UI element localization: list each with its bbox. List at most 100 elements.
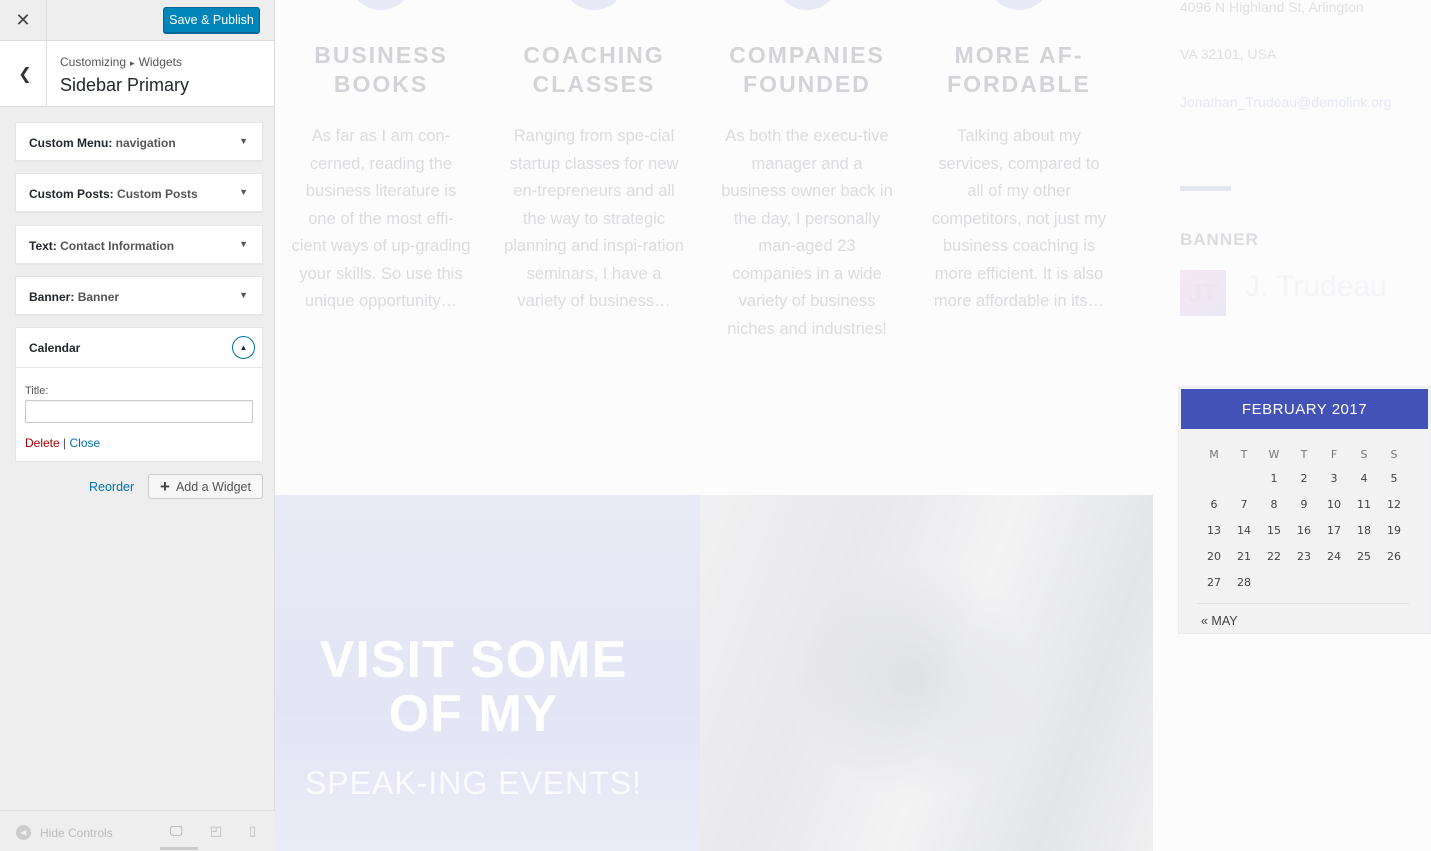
calendar-day (1379, 569, 1409, 595)
feature-text: As far as I am con-cerned, reading the b… (291, 127, 471, 310)
widget-type: Custom Posts: (29, 187, 114, 201)
weekday-label: S (1390, 447, 1398, 461)
weekday-label: W (1268, 447, 1280, 461)
widget-text[interactable]: Text: Contact Information ▼ (15, 225, 263, 264)
weekday-label: T (1240, 447, 1248, 461)
breadcrumb-root: Customizing (60, 55, 127, 69)
calendar-day: 10 (1327, 497, 1341, 511)
feature-text: Talking about my services, compared to a… (931, 127, 1107, 310)
tablet-preview-icon[interactable]: ◰ (210, 823, 222, 839)
calendar-day: 18 (1357, 523, 1371, 537)
calendar-day: 19 (1387, 523, 1401, 537)
feature-icon-circle (564, 0, 624, 10)
calendar-widget: FEBRUARY 2017 M T W T F S S 1 2 3 4 5 6 … (1178, 386, 1431, 634)
calendar-day: 1 (1270, 471, 1278, 485)
feature-coaching-classes: COACHING CLASSES Ranging from spe-cial s… (504, 41, 684, 316)
widget-banner[interactable]: Banner: Banner ▼ (15, 276, 263, 315)
hide-controls-button[interactable]: ◀ Hide Controls (16, 825, 113, 840)
expand-arrow-icon[interactable]: ▼ (239, 239, 248, 249)
calendar-day (1349, 569, 1379, 595)
calendar-week-row: 13 14 15 16 17 18 19 (1199, 517, 1409, 543)
calendar-prev-month-link[interactable]: « MAY (1201, 614, 1238, 628)
feature-icon-circle (989, 0, 1049, 10)
close-icon: ✕ (15, 10, 31, 30)
customizer-header: ✕ Save & Publish (0, 0, 274, 41)
calendar-week-row: 6 7 8 9 10 11 12 (1199, 491, 1409, 517)
calendar-day: 24 (1327, 549, 1341, 563)
contact-address-line2: VA 32101, USA (1180, 46, 1277, 62)
calendar-day: 25 (1357, 549, 1371, 563)
widget-instance: Contact Information (60, 239, 175, 253)
hero-subtitle: SPEAK-ING EVENTS! (304, 765, 643, 801)
back-button[interactable]: ❮ (4, 41, 47, 106)
widget-calendar-expanded: Calendar ▲ Title: Delete | Close (15, 327, 263, 462)
calendar-day: 4 (1360, 471, 1368, 485)
calendar-day: 28 (1237, 575, 1251, 589)
widget-calendar-title: Calendar (29, 341, 81, 355)
banner-logo[interactable]: JT (1180, 270, 1226, 316)
expand-arrow-icon[interactable]: ▼ (239, 187, 248, 197)
calendar-day (1229, 465, 1259, 491)
add-widget-button[interactable]: + Add a Widget (148, 474, 263, 499)
contact-email-link[interactable]: Jonathan_Trudeau@demolink.org (1180, 94, 1391, 110)
calendar-day: 12 (1387, 497, 1401, 511)
calendar-grid: M T W T F S S 1 2 3 4 5 6 7 8 9 10 11 12… (1199, 443, 1409, 595)
desktop-preview-icon[interactable]: 🖵 (170, 823, 183, 839)
calendar-week-row: 27 28 (1199, 569, 1409, 595)
section-header: ❮ Customizing ▸ Widgets Sidebar Primary (0, 41, 274, 107)
calendar-day: 3 (1330, 471, 1338, 485)
customizer-sidebar: ✕ Save & Publish ❮ Customizing ▸ Widgets S… (0, 0, 275, 851)
feature-title: COACHING CLASSES (523, 42, 665, 97)
widget-custom-posts[interactable]: Custom Posts: Custom Posts ▼ (15, 173, 263, 212)
widget-instance: Banner (77, 290, 120, 304)
calendar-day: 27 (1207, 575, 1221, 589)
widget-custom-menu[interactable]: Custom Menu: navigation ▼ (15, 122, 263, 161)
calendar-day: 6 (1210, 497, 1218, 511)
calendar-caption: FEBRUARY 2017 (1181, 389, 1428, 429)
close-link[interactable]: Close (70, 436, 101, 450)
weekday-label: M (1209, 447, 1219, 461)
hero-photo-shading (795, 560, 1035, 800)
widget-type: Text: (29, 239, 57, 253)
calendar-day: 14 (1237, 523, 1251, 537)
section-title: Sidebar Primary (60, 75, 190, 95)
calendar-weekday-row: M T W T F S S (1199, 443, 1409, 465)
calendar-day: 21 (1237, 549, 1251, 563)
calendar-day: 13 (1207, 523, 1221, 537)
expand-arrow-icon[interactable]: ▼ (239, 290, 248, 300)
calendar-day: 7 (1240, 497, 1248, 511)
section-divider (1180, 186, 1231, 191)
feature-title: COMPANIES FOUNDED (729, 42, 885, 97)
calendar-day (1319, 569, 1349, 595)
feature-icon-circle (351, 0, 411, 10)
site-preview: BUSINESS BOOKS As far as I am con-cerned… (275, 0, 1431, 851)
widget-actions: Delete | Close (25, 436, 100, 450)
widget-instance: navigation (115, 136, 176, 150)
widget-type: Custom Menu: (29, 136, 113, 150)
feature-business-books: BUSINESS BOOKS As far as I am con-cerned… (291, 41, 471, 316)
calendar-day: 11 (1357, 497, 1371, 511)
hide-controls-label: Hide Controls (40, 825, 113, 840)
mobile-preview-icon[interactable]: ▯ (249, 823, 256, 839)
title-input[interactable] (25, 400, 253, 423)
calendar-day: 23 (1297, 549, 1311, 563)
add-widget-label: Add a Widget (175, 479, 251, 494)
feature-title: MORE AF-FORDABLE (947, 42, 1091, 97)
save-publish-button[interactable]: Save & Publish (163, 7, 260, 33)
close-customizer-button[interactable]: ✕ (0, 0, 47, 41)
actions-separator: | (63, 436, 67, 450)
calendar-divider (1197, 603, 1409, 604)
collapse-arrow-icon[interactable]: ▲ (232, 336, 255, 359)
widget-instance: Custom Posts (117, 187, 198, 201)
expand-arrow-icon[interactable]: ▼ (239, 136, 248, 146)
title-field-label: Title: (25, 385, 49, 397)
calendar-day: 2 (1300, 471, 1308, 485)
calendar-day: 16 (1297, 523, 1311, 537)
active-device-indicator (160, 847, 198, 850)
calendar-day: 8 (1270, 497, 1278, 511)
calendar-day (1289, 569, 1319, 595)
calendar-week-row: 1 2 3 4 5 (1199, 465, 1409, 491)
reorder-link[interactable]: Reorder (89, 480, 134, 494)
widget-calendar-header[interactable]: Calendar ▲ (16, 328, 262, 368)
delete-link[interactable]: Delete (25, 436, 60, 450)
